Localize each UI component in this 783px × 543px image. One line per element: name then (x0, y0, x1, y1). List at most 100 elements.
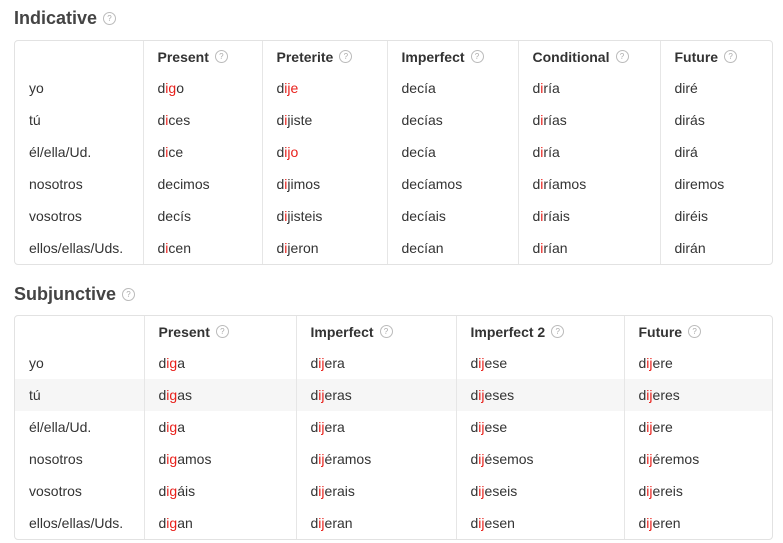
conjugation-cell[interactable]: dijese (455, 411, 624, 443)
conjugation-cell[interactable]: dijeres (623, 379, 772, 411)
col-header: Present? (143, 316, 296, 347)
conjugation-cell[interactable]: dije (261, 72, 387, 104)
question-circle-icon[interactable]: ? (379, 325, 393, 339)
conjugation-post: eres (652, 387, 680, 403)
conjugation-cell[interactable]: digáis (143, 475, 296, 507)
conjugation-post: éremos (652, 451, 700, 467)
conjugation-cell[interactable]: decimos (142, 168, 262, 200)
conjugation-cell[interactable]: dijéramos (295, 443, 456, 475)
conjugation-cell[interactable]: diga (143, 347, 296, 379)
conjugation-cell[interactable]: dirías (517, 104, 660, 136)
conjugation-row: vosotros decís dijisteis decíais diríais diré… (15, 200, 772, 232)
question-circle-icon[interactable]: ? (339, 50, 353, 64)
conjugation-cell[interactable]: dijimos (261, 168, 387, 200)
conjugation-cell[interactable]: diría (517, 72, 660, 104)
conjugation-cell[interactable]: digamos (143, 443, 296, 475)
conjugation-cell[interactable]: dices (142, 104, 262, 136)
conjugation-cell[interactable]: decís (142, 200, 262, 232)
conjugation-post: ese (484, 419, 508, 435)
conjugation-post: amos (177, 451, 212, 467)
conjugation-pre: dirán (674, 240, 706, 256)
conjugation-cell[interactable]: diríamos (517, 168, 660, 200)
conjugation-cell[interactable]: diría (517, 136, 660, 168)
conjugation-cell[interactable]: dijiste (261, 104, 387, 136)
question-circle-icon[interactable]: ? (724, 50, 738, 64)
conjugation-cell[interactable]: dirá (659, 136, 772, 168)
subjunctive-header-row: Present? Imperfect? Imperfect 2? Future? (15, 316, 772, 347)
conjugation-row: nosotros digamos dijéramos dijésemos dijérem… (15, 443, 772, 475)
conjugation-cell[interactable]: decías (386, 104, 518, 136)
question-circle-icon[interactable]: ? (122, 288, 136, 301)
pronoun-cell: vosotros (29, 208, 82, 224)
conjugation-cell[interactable]: diríais (517, 200, 660, 232)
question-circle-icon[interactable]: ? (215, 325, 229, 339)
question-circle-icon[interactable]: ? (615, 50, 629, 64)
conjugation-post: ce (168, 144, 184, 160)
pronoun-cell: yo (29, 80, 44, 96)
pronoun-cell: él/ella/Ud. (29, 144, 92, 160)
pronoun-cell: vosotros (29, 483, 82, 499)
conjugation-cell[interactable]: dijeses (455, 379, 624, 411)
question-circle-icon[interactable]: ? (214, 50, 228, 64)
conjugation-cell[interactable]: dicen (142, 232, 262, 264)
indicative-table-card: Present? Preterite? Imperfect? Condition… (14, 40, 773, 265)
col-header: Future? (659, 41, 772, 72)
conjugation-cell[interactable]: dirían (517, 232, 660, 264)
conjugation-cell[interactable]: dijésemos (455, 443, 624, 475)
conjugation-cell[interactable]: decía (386, 72, 518, 104)
pronoun-cell: ellos/ellas/Uds. (29, 515, 124, 531)
conjugation-cell[interactable]: dijeren (623, 507, 772, 539)
conjugation-post: eran (324, 515, 353, 531)
conjugation-cell[interactable]: decíais (386, 200, 518, 232)
conjugation-cell[interactable]: dijere (623, 347, 772, 379)
conjugation-cell[interactable]: dirás (659, 104, 772, 136)
conjugation-cell[interactable]: digo (142, 72, 262, 104)
conjugation-cell[interactable]: dice (142, 136, 262, 168)
conjugation-cell[interactable]: digas (143, 379, 296, 411)
conjugation-cell[interactable]: dijese (455, 347, 624, 379)
question-circle-icon[interactable]: ? (688, 325, 702, 339)
question-circle-icon[interactable]: ? (103, 12, 117, 25)
conjugation-cell[interactable]: dijere (623, 411, 772, 443)
conjugation-post: eses (484, 387, 515, 403)
conjugation-post: ría (543, 144, 560, 160)
conjugation-cell[interactable]: dijerais (295, 475, 456, 507)
conjugation-cell[interactable]: dijeseis (455, 475, 624, 507)
conjugation-row: él/ella/Ud. diga dijera dijese dijere (15, 411, 772, 443)
col-header-label: Present (158, 323, 210, 340)
pronoun-header (15, 316, 144, 347)
conjugation-cell[interactable]: dijera (295, 347, 456, 379)
conjugation-cell[interactable]: diremos (659, 168, 772, 200)
conjugation-post: eren (652, 515, 681, 531)
conjugation-post: a (177, 355, 185, 371)
conjugation-cell[interactable]: diga (143, 411, 296, 443)
conjugation-cell[interactable]: dirán (659, 232, 772, 264)
conjugation-cell[interactable]: dijereis (623, 475, 772, 507)
conjugation-cell[interactable]: dijeron (261, 232, 387, 264)
conjugation-cell[interactable]: dijisteis (261, 200, 387, 232)
conjugation-post: jiste (287, 112, 313, 128)
conjugation-cell[interactable]: decía (386, 136, 518, 168)
col-header-label: Preterite (276, 48, 334, 65)
col-header-label: Future (674, 48, 719, 65)
indicative-heading: Indicative ? (14, 8, 117, 29)
conjugation-row: tú digas dijeras dijeses dijeres (15, 379, 772, 411)
conjugation-post: ereis (652, 483, 683, 499)
conjugation-cell[interactable]: dijesen (455, 507, 624, 539)
conjugation-cell[interactable]: diré (659, 72, 772, 104)
conjugation-cell[interactable]: dijéremos (623, 443, 772, 475)
conjugation-cell[interactable]: decían (386, 232, 518, 264)
question-circle-icon[interactable]: ? (551, 325, 565, 339)
conjugation-cell[interactable]: dijera (295, 411, 456, 443)
conjugation-cell[interactable]: digan (143, 507, 296, 539)
question-circle-icon[interactable]: ? (470, 50, 484, 64)
col-header: Preterite? (261, 41, 387, 72)
conjugation-cell[interactable]: diréis (659, 200, 772, 232)
conjugation-cell[interactable]: decíamos (386, 168, 518, 200)
conjugation-pre: decían (401, 240, 444, 256)
conjugation-irr: ig (166, 483, 178, 499)
conjugation-cell[interactable]: dijo (261, 136, 387, 168)
conjugation-cell[interactable]: dijeran (295, 507, 456, 539)
conjugation-row: ellos/ellas/Uds. dicen dijeron decían dirían… (15, 232, 772, 264)
conjugation-cell[interactable]: dijeras (295, 379, 456, 411)
